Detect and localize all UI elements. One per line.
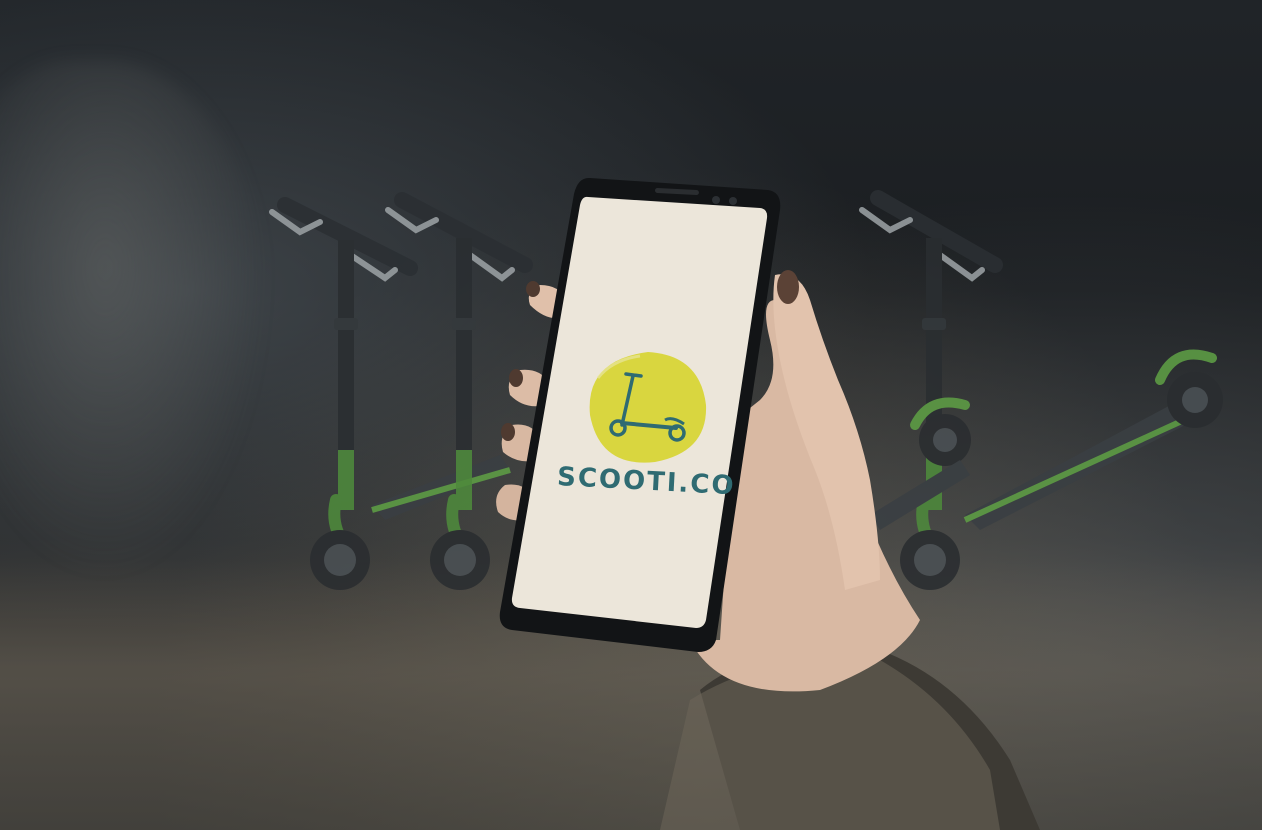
photo-scene: SCOOTI.CO	[0, 0, 1262, 830]
logo-mark	[589, 352, 707, 463]
logo-circle	[589, 352, 707, 463]
